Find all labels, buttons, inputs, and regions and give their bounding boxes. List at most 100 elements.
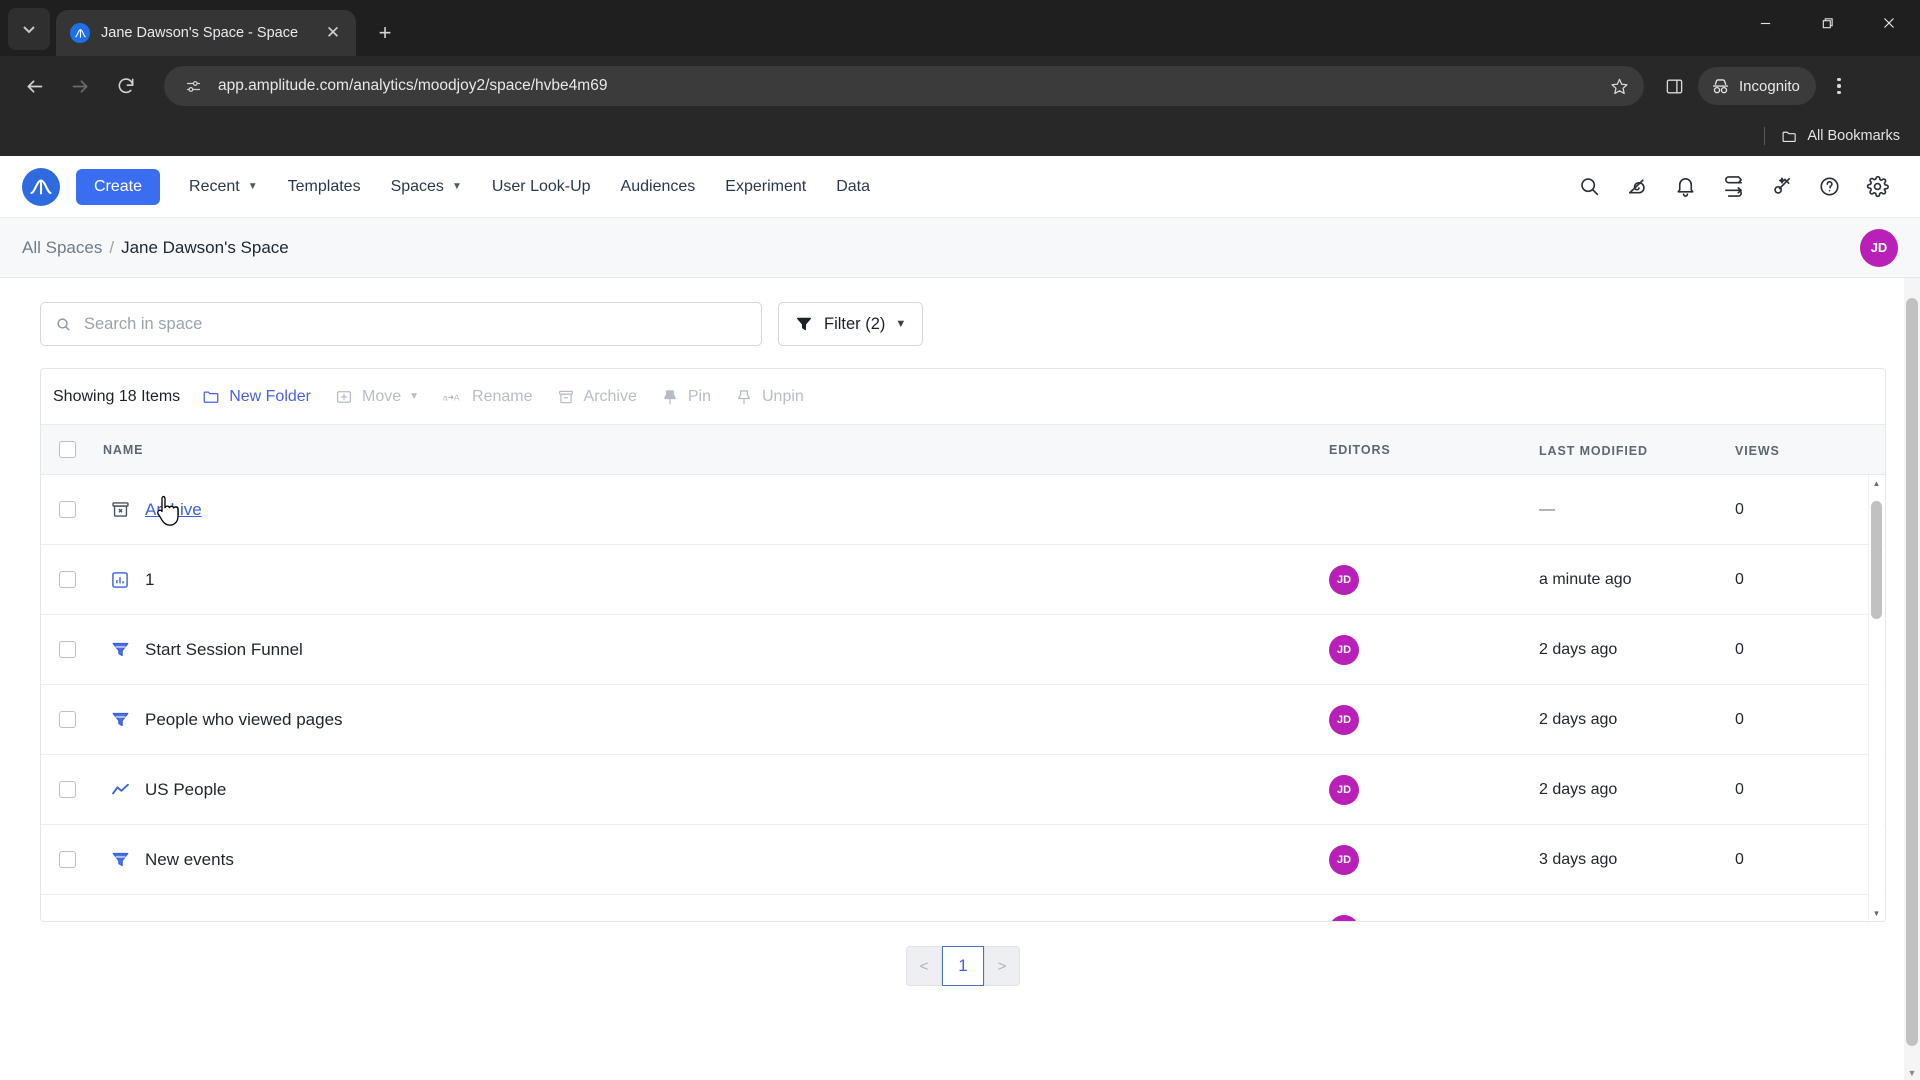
window-controls xyxy=(1734,0,1920,46)
table-row[interactable]: Start Session Funnel JD 2 days ago 0 xyxy=(41,615,1885,685)
notifications-bell-icon[interactable] xyxy=(1664,166,1706,208)
table-scrollbar[interactable]: ▲ ▼ xyxy=(1868,475,1884,921)
window-close-icon[interactable] xyxy=(1858,0,1920,46)
row-name[interactable]: 1 xyxy=(145,570,154,590)
page-scrollbar[interactable]: ▼ xyxy=(1904,278,1920,1080)
tab-search-icon[interactable] xyxy=(8,8,50,50)
page-scrollbar-thumb[interactable] xyxy=(1906,298,1918,1046)
row-checkbox[interactable] xyxy=(59,501,76,518)
user-avatar[interactable]: JD xyxy=(1860,228,1898,267)
column-header-editors[interactable]: EDITORS xyxy=(1329,443,1391,457)
address-bar[interactable]: app.amplitude.com/analytics/moodjoy2/spa… xyxy=(164,66,1644,106)
browser-menu-icon[interactable] xyxy=(1820,67,1858,105)
filter-button[interactable]: Filter (2) ▼ xyxy=(778,302,924,346)
forward-arrow-icon[interactable] xyxy=(60,66,100,106)
new-tab-button[interactable]: + xyxy=(368,16,402,50)
select-all-checkbox[interactable] xyxy=(59,441,76,458)
row-checkbox[interactable] xyxy=(59,851,76,868)
funnel-icon xyxy=(103,849,137,870)
row-checkbox[interactable] xyxy=(59,641,76,658)
row-last-modified: 3 days ago xyxy=(1539,850,1618,868)
column-header-name[interactable]: NAME xyxy=(103,443,143,457)
column-header-last-modified[interactable]: LAST MODIFIED xyxy=(1539,444,1648,458)
move-button[interactable]: Move ▼ xyxy=(323,381,431,413)
scrollbar-track[interactable] xyxy=(1869,491,1884,905)
create-button[interactable]: Create xyxy=(76,168,161,205)
row-views: 0 xyxy=(1735,570,1744,588)
row-name[interactable]: Start Session Funnel xyxy=(145,640,303,660)
editor-avatar[interactable]: JD xyxy=(1329,704,1359,735)
table-row[interactable]: People who viewed pages JD 2 days ago 0 xyxy=(41,685,1885,755)
tab-close-icon[interactable]: ✕ xyxy=(320,20,346,46)
pagination-page-1[interactable]: 1 xyxy=(942,946,984,986)
incognito-indicator[interactable]: Incognito xyxy=(1698,67,1816,105)
row-checkbox[interactable] xyxy=(59,711,76,728)
editor-avatar[interactable]: JD xyxy=(1329,914,1359,921)
column-header-views[interactable]: VIEWS xyxy=(1735,444,1780,458)
site-settings-icon[interactable] xyxy=(180,78,206,95)
rename-icon: a A xyxy=(443,392,460,402)
nav-item-spaces[interactable]: Spaces ▼ xyxy=(376,170,477,204)
editor-avatar[interactable]: JD xyxy=(1329,844,1359,875)
table-row[interactable]: Archive — 0 xyxy=(41,475,1885,545)
row-name-link[interactable]: Archive xyxy=(145,500,202,520)
help-circle-icon[interactable] xyxy=(1808,166,1850,208)
amplitude-logo-icon[interactable] xyxy=(22,167,60,206)
search-input[interactable] xyxy=(84,314,747,334)
window-minimize-icon[interactable] xyxy=(1734,0,1796,46)
all-bookmarks-label: All Bookmarks xyxy=(1807,128,1900,144)
scrollbar-thumb[interactable] xyxy=(1871,501,1882,619)
new-folder-button[interactable]: New Folder xyxy=(190,381,323,413)
side-panel-icon[interactable] xyxy=(1654,66,1694,106)
action-label: Unpin xyxy=(762,387,804,405)
nav-item-audiences[interactable]: Audiences xyxy=(606,170,711,204)
select-all-cell xyxy=(59,441,103,458)
pagination-next-button[interactable]: > xyxy=(984,946,1020,986)
pagination-prev-button[interactable]: < xyxy=(906,946,942,986)
editor-avatar[interactable]: JD xyxy=(1329,564,1359,595)
nav-item-data[interactable]: Data xyxy=(821,170,885,204)
archive-button[interactable]: Archive xyxy=(545,381,649,413)
row-checkbox[interactable] xyxy=(59,571,76,588)
settings-gear-icon[interactable] xyxy=(1856,166,1898,208)
browser-tab[interactable]: Jane Dawson's Space - Space ✕ xyxy=(56,10,356,56)
page-scroll-down-arrow-icon[interactable]: ▼ xyxy=(1904,1068,1920,1078)
row-name[interactable]: All events today xyxy=(145,920,265,922)
pin-button[interactable]: Pin xyxy=(649,381,723,413)
table-row[interactable]: 1 JD a minute ago 0 xyxy=(41,545,1885,615)
all-bookmarks-button[interactable]: All Bookmarks xyxy=(1781,128,1900,145)
nav-item-recent[interactable]: Recent ▼ xyxy=(174,170,273,204)
table-body-wrapper: Archive — 0 1 JD a minute ago 0 Start Se… xyxy=(41,475,1885,921)
nav-item-experiment[interactable]: Experiment xyxy=(710,170,821,204)
row-name[interactable]: US People xyxy=(145,780,226,800)
rename-button[interactable]: a A Rename xyxy=(431,381,544,413)
scroll-down-arrow-icon[interactable]: ▼ xyxy=(1869,905,1884,921)
magic-wand-icon[interactable] xyxy=(1760,166,1802,208)
editor-avatar[interactable]: JD xyxy=(1329,774,1359,805)
back-arrow-icon[interactable] xyxy=(14,66,54,106)
chevron-down-icon: ▼ xyxy=(895,318,907,330)
scroll-up-arrow-icon[interactable]: ▲ xyxy=(1869,475,1884,491)
nav-item-templates[interactable]: Templates xyxy=(273,170,376,204)
action-label: Archive xyxy=(583,387,637,405)
breadcrumb-all-spaces[interactable]: All Spaces xyxy=(22,238,102,258)
table-row[interactable]: New events JD 3 days ago 0 xyxy=(41,825,1885,895)
row-name[interactable]: People who viewed pages xyxy=(145,710,343,730)
bookmark-star-icon[interactable] xyxy=(1602,69,1636,103)
archive-box-icon xyxy=(558,390,573,403)
search-icon[interactable] xyxy=(1568,166,1610,208)
compare-arrows-icon[interactable] xyxy=(1712,166,1754,208)
window-maximize-icon[interactable] xyxy=(1796,0,1858,46)
nav-item-user-look-up[interactable]: User Look-Up xyxy=(477,170,606,204)
row-checkbox[interactable] xyxy=(59,781,76,798)
table-row[interactable]: All events today JD 3 days ago 0 xyxy=(41,895,1885,921)
unpin-button[interactable]: Unpin xyxy=(723,381,816,413)
nav-item-label: Spaces xyxy=(390,177,444,195)
row-views: 0 xyxy=(1735,500,1744,518)
editor-avatar[interactable]: JD xyxy=(1329,634,1359,665)
reload-icon[interactable] xyxy=(106,66,146,106)
search-in-space-box[interactable] xyxy=(40,302,762,346)
table-row[interactable]: US People JD 2 days ago 0 xyxy=(41,755,1885,825)
row-name[interactable]: New events xyxy=(145,850,234,870)
insights-icon[interactable] xyxy=(1616,166,1658,208)
